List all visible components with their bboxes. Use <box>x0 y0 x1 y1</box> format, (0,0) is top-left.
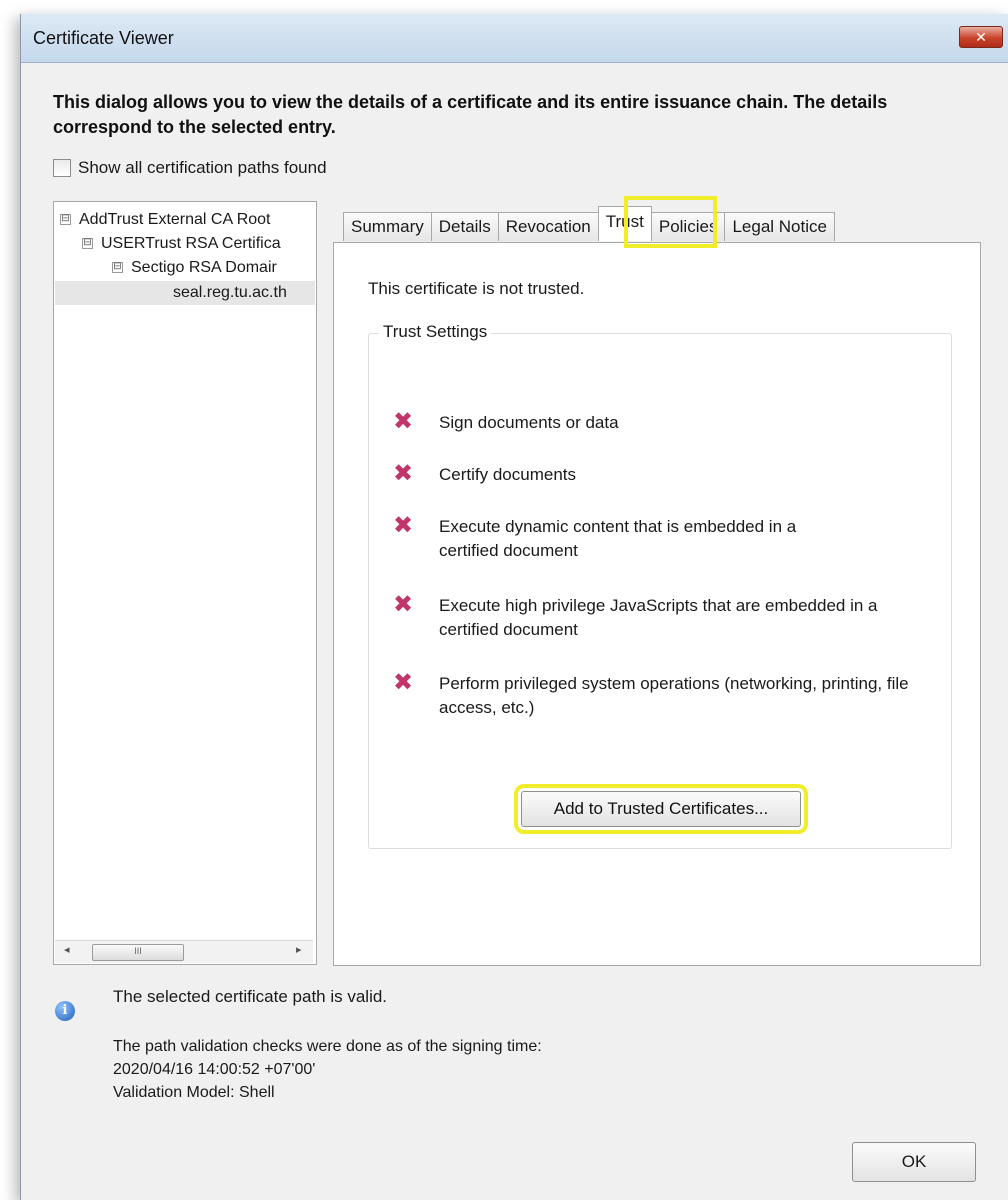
tab-legal-notice[interactable]: Legal Notice <box>724 212 835 241</box>
tree-item-sectigo[interactable]: ⊟ Sectigo RSA Domair <box>112 256 312 280</box>
trust-item: ✖ Sign documents or data <box>393 408 933 435</box>
denied-x-icon: ✖ <box>393 669 414 696</box>
collapse-icon[interactable]: ⊟ <box>82 238 93 250</box>
show-all-paths-option[interactable]: Show all certification paths found <box>53 158 327 178</box>
tab-details[interactable]: Details <box>430 212 499 241</box>
denied-x-icon: ✖ <box>393 512 414 539</box>
tab-summary[interactable]: Summary <box>343 212 432 241</box>
tree-item-seal-reg[interactable]: seal.reg.tu.ac.th <box>55 281 315 305</box>
tree-item-label: seal.reg.tu.ac.th <box>173 284 287 301</box>
denied-x-icon: ✖ <box>393 460 414 487</box>
close-button[interactable]: ✕ <box>959 26 1003 48</box>
title-bar: Certificate Viewer ✕ <box>21 14 1008 63</box>
collapse-icon[interactable]: ⊟ <box>112 262 123 274</box>
trust-settings-group: Trust Settings ✖ Sign documents or data … <box>368 322 952 849</box>
tab-revocation[interactable]: Revocation <box>497 212 599 241</box>
intro-text: This dialog allows you to view the detai… <box>53 92 888 137</box>
certificate-chain-tree: ⊟ AddTrust External CA Root ⊟ USERTrust RS… <box>53 201 317 965</box>
tree-item-label: AddTrust External CA Root <box>79 211 271 228</box>
trust-item: ✖ Perform privileged system operations (… <box>393 669 933 720</box>
trust-item-text: Certify documents <box>439 465 576 484</box>
trust-status: This certificate is not trusted. <box>368 279 585 298</box>
show-all-paths-checkbox[interactable] <box>53 159 71 177</box>
ok-button[interactable]: OK <box>852 1142 976 1182</box>
tree-item-label: Sectigo RSA Domair <box>131 259 277 276</box>
trust-item-text: Perform privileged system operations (ne… <box>439 674 909 717</box>
denied-x-icon: ✖ <box>393 408 414 435</box>
window-title: Certificate Viewer <box>33 28 174 48</box>
path-valid-text: The selected certificate path is valid. <box>113 987 388 1006</box>
tree-item-addtrust-root[interactable]: ⊟ AddTrust External CA Root <box>60 208 310 232</box>
validation-check-line: The path validation checks were done as … <box>113 1038 542 1055</box>
info-icon: i <box>55 1001 75 1021</box>
trust-item-text: Execute dynamic content that is embedded… <box>439 517 797 560</box>
certificate-viewer-dialog: Certificate Viewer ✕ This dialog allows … <box>20 14 1008 1200</box>
signing-timestamp: 2020/04/16 14:00:52 +07'00' <box>113 1061 316 1078</box>
tab-bar: Summary Details Revocation Trust Policie… <box>343 206 835 242</box>
scroll-left-icon[interactable]: ◂ <box>64 943 70 956</box>
trust-item: ✖ Execute high privilege JavaScripts tha… <box>393 591 933 642</box>
add-to-trusted-button[interactable]: Add to Trusted Certificates... <box>514 784 808 834</box>
tree-item-usertrust[interactable]: ⊟ USERTrust RSA Certifica <box>82 232 312 256</box>
trust-panel: This certificate is not trusted. Trust S… <box>333 242 981 966</box>
scroll-thumb[interactable]: III <box>92 944 184 961</box>
collapse-icon[interactable]: ⊟ <box>60 214 71 226</box>
trust-item: ✖ Certify documents <box>393 460 933 487</box>
trust-item-text: Sign documents or data <box>439 413 619 432</box>
trust-settings-label: Trust Settings <box>379 322 492 342</box>
trust-item: ✖ Execute dynamic content that is embedd… <box>393 512 833 563</box>
trust-tab-highlight <box>624 196 717 248</box>
denied-x-icon: ✖ <box>393 591 414 618</box>
trust-item-text: Execute high privilege JavaScripts that … <box>439 596 878 639</box>
scroll-right-icon[interactable]: ▸ <box>296 943 302 956</box>
tree-item-label: USERTrust RSA Certifica <box>101 235 281 252</box>
tree-horizontal-scrollbar[interactable]: ◂ III ▸ <box>55 940 313 963</box>
validation-details: The path validation checks were done as … <box>113 1035 542 1104</box>
show-all-paths-label: Show all certification paths found <box>78 158 327 177</box>
validation-model: Validation Model: Shell <box>113 1084 275 1101</box>
